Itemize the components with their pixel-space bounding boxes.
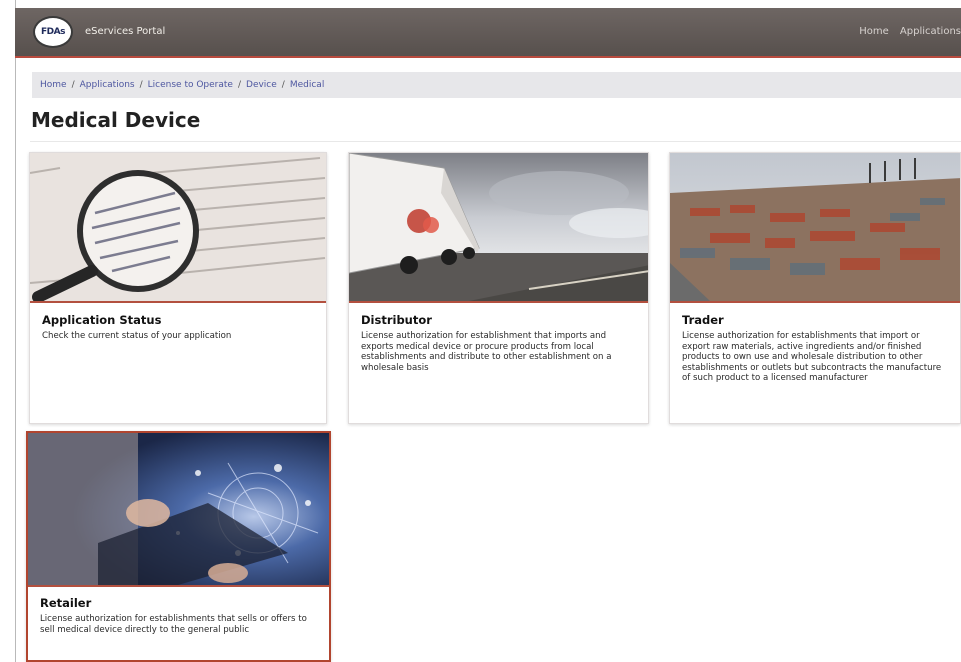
breadcrumb-separator: / <box>237 80 242 90</box>
truck-icon <box>349 153 648 301</box>
card-image-magnifier <box>30 153 326 303</box>
card-description: Check the current status of your applica… <box>42 331 232 341</box>
breadcrumb-medical: Medical <box>289 80 325 90</box>
breadcrumb-separator: / <box>281 80 285 90</box>
card-title: Distributor <box>361 313 432 327</box>
card-trader[interactable]: Trader License authorization for establi… <box>669 152 961 424</box>
shipping-port-icon <box>670 153 960 301</box>
nav-link-applications[interactable]: Applications <box>900 26 961 37</box>
card-description: License authorization for establishments… <box>682 331 942 384</box>
card-distributor[interactable]: Distributor License authorization for es… <box>348 152 649 424</box>
card-description: License authorization for establishments… <box>40 614 307 635</box>
card-title: Trader <box>682 313 724 327</box>
top-navbar: FDAs eServices Portal Home Applications <box>15 8 961 58</box>
breadcrumb-device[interactable]: Device <box>246 80 277 90</box>
nav-links: Home Applications <box>851 26 961 37</box>
card-title: Application Status <box>42 313 162 327</box>
portal-brand[interactable]: eServices Portal <box>85 26 165 37</box>
card-image-port <box>670 153 960 303</box>
breadcrumb-license-to-operate[interactable]: License to Operate <box>148 80 233 90</box>
page-title: Medical Device <box>31 108 201 132</box>
breadcrumb-applications[interactable]: Applications <box>80 80 135 90</box>
title-divider <box>30 141 961 142</box>
card-application-status[interactable]: Application Status Check the current sta… <box>29 152 327 424</box>
card-retailer[interactable]: Retailer License authorization for estab… <box>26 431 331 662</box>
card-description: License authorization for establishment … <box>361 331 612 373</box>
breadcrumb-home[interactable]: Home <box>40 80 67 90</box>
breadcrumb-separator: / <box>139 80 143 90</box>
fda-logo[interactable]: FDAs <box>33 16 73 48</box>
magnifying-glass-icon <box>30 153 326 301</box>
breadcrumb-separator: / <box>71 80 75 90</box>
nav-link-home[interactable]: Home <box>859 26 889 37</box>
card-image-truck <box>349 153 648 303</box>
card-image-tablet <box>28 433 329 587</box>
card-title: Retailer <box>40 596 92 610</box>
tablet-hands-icon <box>28 433 329 585</box>
breadcrumb: Home / Applications / License to Operate… <box>32 72 961 98</box>
